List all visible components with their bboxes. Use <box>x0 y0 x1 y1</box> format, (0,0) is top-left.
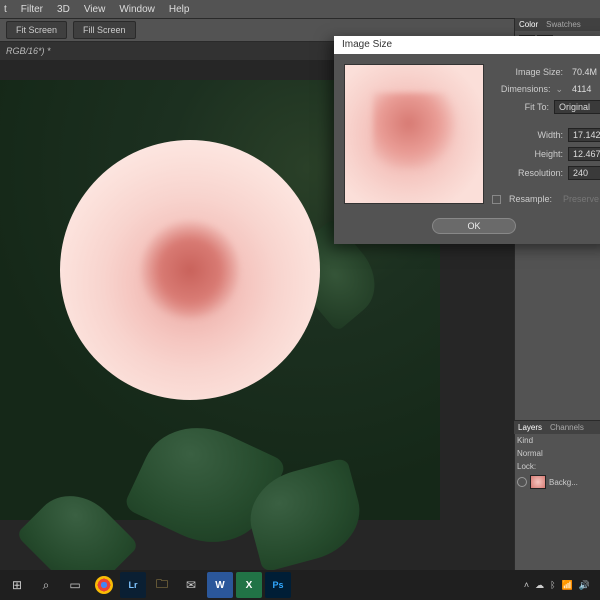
layers-panel: Layers Channels Kind Normal Lock: Backg.… <box>514 420 600 570</box>
wifi-icon[interactable]: 📶 <box>562 580 573 591</box>
layer-thumbnail <box>530 475 546 489</box>
height-label: Height: <box>534 149 563 159</box>
word-icon[interactable]: W <box>207 572 233 598</box>
layer-name: Backg... <box>549 478 578 487</box>
dimensions-label: Dimensions: <box>501 84 551 94</box>
dialog-preview[interactable] <box>344 64 484 204</box>
onedrive-icon[interactable]: ☁ <box>535 580 544 591</box>
mail-icon[interactable]: ✉ <box>178 572 204 598</box>
image-size-dialog: Image Size Image Size: 70.4M Dimensions: ⌄… <box>334 36 600 244</box>
menu-3d[interactable]: 3D <box>57 4 70 15</box>
explorer-icon[interactable]: 🗀 <box>149 572 175 598</box>
tab-swatches[interactable]: Swatches <box>546 20 581 29</box>
menu-window[interactable]: Window <box>119 4 155 15</box>
start-icon[interactable]: ⊞ <box>4 572 30 598</box>
fit-to-select[interactable]: Original <box>554 100 600 114</box>
color-panel-tabs: Color Swatches <box>515 18 600 31</box>
volume-icon[interactable]: 🔊 <box>579 580 590 591</box>
layer-row-background[interactable]: Backg... <box>514 473 600 491</box>
lock-label: Lock: <box>517 462 536 471</box>
photoshop-icon[interactable]: Ps <box>265 572 291 598</box>
fill-screen-button[interactable]: Fill Screen <box>73 21 136 39</box>
fit-to-label: Fit To: <box>525 102 549 112</box>
resolution-input[interactable]: 240 <box>568 166 600 180</box>
resample-checkbox[interactable] <box>492 195 501 204</box>
dialog-title: Image Size <box>334 36 600 54</box>
image-size-label: Image Size: <box>515 67 563 77</box>
windows-taskbar: ⊞ ⌕ ▭ Lr 🗀 ✉ W X Ps ˄ ☁ ᛒ 📶 🔊 <box>0 570 600 600</box>
menu-bar: t Filter 3D View Window Help <box>0 0 600 18</box>
ok-button[interactable]: OK <box>432 218 515 234</box>
tab-channels[interactable]: Channels <box>550 423 584 432</box>
task-view-icon[interactable]: ▭ <box>62 572 88 598</box>
document-tab[interactable]: RGB/16*) * <box>6 46 51 56</box>
resample-hint: Preserve <box>563 194 599 204</box>
tray-up-icon[interactable]: ˄ <box>524 580 529 590</box>
tab-layers[interactable]: Layers <box>518 423 542 432</box>
resolution-label: Resolution: <box>518 168 563 178</box>
tab-color[interactable]: Color <box>519 20 538 29</box>
width-label: Width: <box>537 130 563 140</box>
blend-mode-select[interactable]: Normal <box>517 449 543 458</box>
menu-help[interactable]: Help <box>169 4 190 15</box>
chrome-icon[interactable] <box>95 576 113 594</box>
resample-label: Resample: <box>509 194 552 204</box>
lightroom-icon[interactable]: Lr <box>120 572 146 598</box>
image-size-value: 70.4M <box>568 66 600 78</box>
height-input[interactable]: 12.467 <box>568 147 600 161</box>
dimensions-value: 4114 <box>568 83 600 95</box>
visibility-icon[interactable] <box>517 477 527 487</box>
system-tray[interactable]: ˄ ☁ ᛒ 📶 🔊 <box>524 580 596 591</box>
width-input[interactable]: 17.142 <box>568 128 600 142</box>
kind-label: Kind <box>517 436 533 445</box>
menu-view[interactable]: View <box>84 4 106 15</box>
bluetooth-icon[interactable]: ᛒ <box>550 580 555 590</box>
menu-item[interactable]: t <box>4 4 7 15</box>
menu-filter[interactable]: Filter <box>21 4 43 15</box>
chevron-down-icon[interactable]: ⌄ <box>555 84 563 95</box>
fit-screen-button[interactable]: Fit Screen <box>6 21 67 39</box>
excel-icon[interactable]: X <box>236 572 262 598</box>
search-icon[interactable]: ⌕ <box>33 572 59 598</box>
layer-filter-row: Kind <box>514 434 600 447</box>
